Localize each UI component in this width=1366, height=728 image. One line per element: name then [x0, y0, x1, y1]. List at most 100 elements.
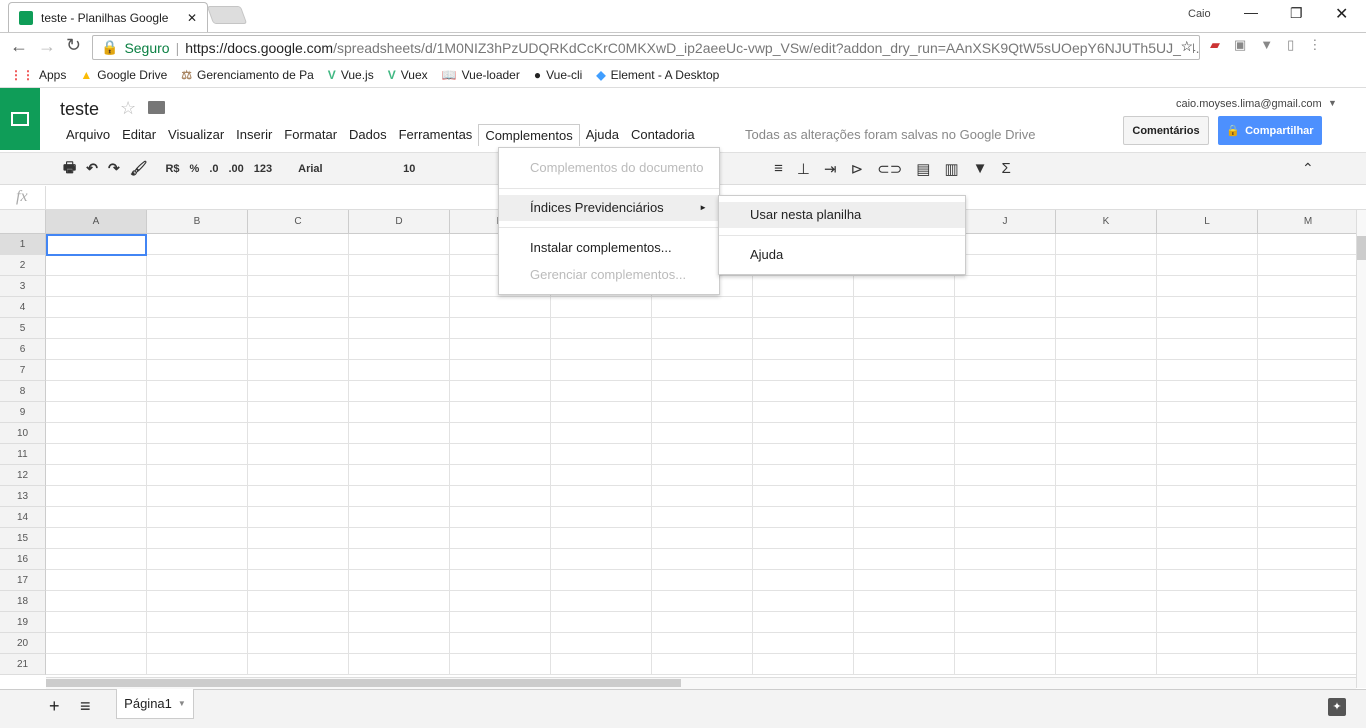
cell[interactable] — [551, 360, 652, 381]
cell[interactable] — [955, 465, 1056, 486]
cell[interactable] — [955, 528, 1056, 549]
print-icon[interactable]: 🖶 — [58, 157, 81, 181]
cell[interactable] — [248, 465, 349, 486]
cell[interactable] — [248, 276, 349, 297]
row-header[interactable]: 10 — [0, 423, 46, 444]
cell[interactable] — [652, 591, 753, 612]
cell[interactable] — [450, 444, 551, 465]
cell[interactable] — [450, 402, 551, 423]
cell[interactable] — [46, 549, 147, 570]
doc-title[interactable]: teste — [60, 99, 99, 120]
cell[interactable] — [349, 528, 450, 549]
cell[interactable] — [1157, 465, 1258, 486]
row-header[interactable]: 15 — [0, 528, 46, 549]
cell[interactable] — [652, 612, 753, 633]
cell[interactable] — [955, 633, 1056, 654]
sheet-tab-dropdown-icon[interactable]: ▼ — [178, 699, 186, 708]
cell[interactable] — [854, 318, 955, 339]
url-input[interactable]: 🔒 Seguro | https://docs.google.com /spre… — [92, 35, 1200, 60]
cell[interactable] — [147, 381, 248, 402]
cell[interactable] — [349, 255, 450, 276]
cell[interactable] — [753, 465, 854, 486]
cell[interactable] — [147, 549, 248, 570]
cell[interactable] — [450, 360, 551, 381]
cell[interactable] — [349, 612, 450, 633]
cell[interactable] — [753, 381, 854, 402]
cell[interactable] — [551, 570, 652, 591]
cell[interactable] — [652, 423, 753, 444]
cell[interactable] — [1056, 360, 1157, 381]
cell[interactable] — [147, 318, 248, 339]
row-header[interactable]: 16 — [0, 549, 46, 570]
cell[interactable] — [955, 486, 1056, 507]
cell[interactable] — [147, 255, 248, 276]
cell[interactable] — [652, 444, 753, 465]
menu-ferramentas[interactable]: Ferramentas — [393, 124, 479, 146]
row-header[interactable]: 4 — [0, 297, 46, 318]
paint-format-icon[interactable]: 🖌 — [125, 160, 153, 177]
cell[interactable] — [1258, 486, 1359, 507]
cell[interactable] — [955, 318, 1056, 339]
font-size-select[interactable]: 10 — [398, 163, 458, 175]
comment-icon[interactable]: ▤ — [916, 160, 930, 178]
cell[interactable] — [1258, 528, 1359, 549]
cell[interactable] — [147, 528, 248, 549]
cell[interactable] — [46, 528, 147, 549]
cell[interactable] — [551, 486, 652, 507]
menu-item-install[interactable]: Instalar complementos... — [499, 235, 719, 261]
cell[interactable] — [147, 591, 248, 612]
row-header[interactable]: 2 — [0, 255, 46, 276]
cell[interactable] — [349, 486, 450, 507]
cell[interactable] — [46, 444, 147, 465]
cell[interactable] — [1056, 234, 1157, 255]
column-header[interactable]: C — [248, 210, 349, 234]
cell[interactable] — [450, 297, 551, 318]
increase-decimal-button[interactable]: .00 — [224, 163, 249, 175]
cell[interactable] — [46, 381, 147, 402]
account-dropdown-icon[interactable]: ▼ — [1328, 98, 1337, 108]
cell[interactable] — [349, 654, 450, 675]
cell[interactable] — [551, 633, 652, 654]
cell[interactable] — [551, 423, 652, 444]
cell[interactable] — [1258, 381, 1359, 402]
cell[interactable] — [854, 591, 955, 612]
bookmark-item[interactable]: ● Vue-cli — [534, 68, 582, 82]
cell[interactable] — [955, 402, 1056, 423]
cell[interactable] — [1056, 423, 1157, 444]
cell[interactable] — [450, 423, 551, 444]
cell[interactable] — [854, 507, 955, 528]
minimize-icon[interactable]: — — [1244, 4, 1258, 20]
cell[interactable] — [753, 528, 854, 549]
cell[interactable] — [1157, 507, 1258, 528]
cell[interactable] — [854, 654, 955, 675]
cell[interactable] — [652, 507, 753, 528]
cell[interactable] — [854, 612, 955, 633]
cell[interactable] — [753, 444, 854, 465]
cell[interactable] — [854, 276, 955, 297]
cell[interactable] — [1258, 633, 1359, 654]
cell[interactable] — [1258, 591, 1359, 612]
column-header[interactable]: D — [349, 210, 450, 234]
cell[interactable] — [753, 591, 854, 612]
cell[interactable] — [854, 486, 955, 507]
vertical-scrollbar[interactable] — [1356, 210, 1366, 688]
menu-item-help[interactable]: Ajuda — [719, 242, 965, 268]
cell[interactable] — [551, 381, 652, 402]
bookmark-item[interactable]: V Vue.js — [328, 68, 374, 82]
cell[interactable] — [1157, 381, 1258, 402]
cell[interactable] — [955, 360, 1056, 381]
sheets-logo[interactable] — [0, 88, 40, 150]
bookmark-item[interactable]: V Vuex — [388, 68, 428, 82]
cell[interactable] — [1258, 276, 1359, 297]
cell[interactable] — [1157, 549, 1258, 570]
restore-icon[interactable]: ❐ — [1290, 5, 1303, 22]
cell[interactable] — [652, 297, 753, 318]
row-header[interactable]: 7 — [0, 360, 46, 381]
menu-dados[interactable]: Dados — [343, 124, 393, 146]
cell[interactable] — [1056, 486, 1157, 507]
star-icon[interactable]: ☆ — [120, 98, 136, 119]
cell[interactable] — [46, 465, 147, 486]
cell[interactable] — [955, 612, 1056, 633]
cell[interactable] — [955, 549, 1056, 570]
cell[interactable] — [1157, 633, 1258, 654]
